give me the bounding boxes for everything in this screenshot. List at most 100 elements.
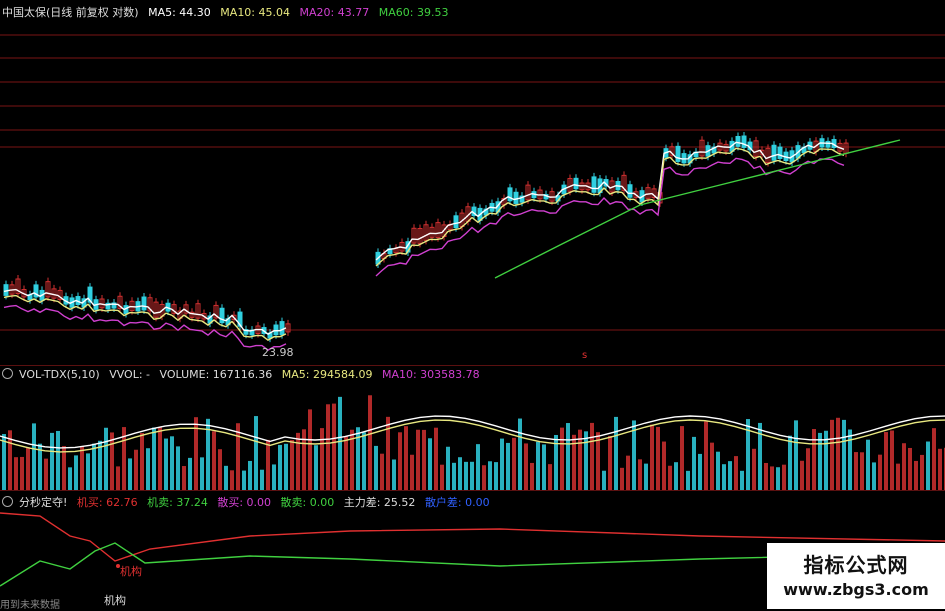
volume-bar [722,464,726,491]
volume-bar [692,436,696,491]
ma10-value: MA10: 45.04 [220,6,291,19]
volume-bar [674,462,678,491]
volume-bar [218,449,222,491]
candle-body [591,176,597,193]
volume-bar [50,432,54,491]
volume-bar [548,464,552,491]
volume-bar [890,430,894,491]
volume-bar [464,461,468,491]
volume-bar [710,442,714,491]
volume-bar [242,470,246,491]
volume-bar [212,431,216,491]
volume-bar [782,464,786,491]
volume-bar [590,422,594,491]
volume-bar [74,455,78,491]
volume-bar [716,451,720,491]
volume-bar [908,447,912,491]
volume-bar [164,438,168,491]
volume-bar [458,457,462,491]
vol-ma5-value: MA5: 294584.09 [281,368,373,381]
volume-bar [260,469,264,491]
volume-bar [158,427,162,491]
vvol-value: VVOL: - [109,368,151,381]
volume-bar [278,444,282,491]
volume-bar [818,432,822,491]
volume-bar [188,457,192,491]
volume-bar [776,467,780,491]
candle-body [573,177,579,190]
volume-bar [662,441,666,491]
volume-bar [800,460,804,491]
volume-bar [98,440,102,491]
volume-bar [602,470,606,491]
volume-bar [80,446,84,491]
candle-body [825,140,831,148]
volume-bar [428,438,432,491]
volume-bar [842,419,846,491]
volume-bar [338,396,342,491]
volume-bar [110,432,114,491]
volume-bar [902,443,906,491]
volume-bar [740,470,744,491]
volume-bar [896,463,900,491]
volume-bar [290,439,294,491]
vol-ma10-value: MA10: 303583.78 [381,368,480,381]
volume-panel[interactable]: VOL-TDX(5,10) VVOL: - VOLUME: 167116.36 … [0,365,945,491]
volume-bar [830,419,834,491]
volume-bar [146,448,150,491]
volume-bar [128,458,132,491]
volume-bar [854,452,858,491]
ma10-line [375,147,845,267]
volume-bar [332,403,336,491]
volume-bar [266,439,270,491]
volume-bar [500,438,504,491]
volume-bar [506,442,510,491]
volume-bar [812,429,816,491]
stock-title: 中国太保(日线 前复权 对数) [2,6,139,19]
candle-body [735,135,741,147]
volume-bar [392,459,396,491]
price-panel[interactable]: 中国太保(日线 前复权 对数) MA5: 44.30 MA10: 45.04 M… [0,0,945,365]
ma20-line [375,157,845,277]
volume-bar [794,420,798,491]
volume-bar [182,466,186,491]
circle-icon[interactable] [2,368,13,379]
volume-bar [704,421,708,491]
sanmai-value: 散买: 0.00 [217,496,272,509]
candle-body [513,191,519,204]
volume-bar [494,462,498,491]
volume-bar [296,432,300,491]
volume-bar [470,461,474,491]
volume-bar [224,465,228,491]
ma5-value: MA5: 44.30 [148,6,211,19]
volume-bar [20,456,24,491]
volume-bar [770,466,774,491]
jimai2-value: 机卖: 37.24 [147,496,208,509]
price-header: 中国太保(日线 前复权 对数) MA5: 44.30 MA10: 45.04 M… [2,4,454,20]
volume-bar [512,437,516,491]
volume-bar [614,416,618,491]
volume-bar [56,430,60,491]
volume-bar [728,461,732,491]
volume-bar [476,444,480,491]
volume-bar [452,462,456,491]
volume-bar [254,416,258,491]
volume-bar [620,467,624,491]
volume-bar [860,452,864,491]
volume-bar [914,460,918,491]
volume-bar [134,449,138,491]
jimai-value: 机买: 62.76 [76,496,138,509]
volume-bar [362,432,366,491]
volume-bar [62,446,66,491]
volume-bar [14,457,18,491]
volume-bar [806,448,810,491]
volume-bar [320,428,324,491]
volume-bar [374,445,378,491]
volume-bar [560,427,564,491]
circle-icon[interactable] [2,496,13,507]
volume-bar [752,448,756,491]
volume-bar [422,429,426,491]
volume-bar [236,423,240,491]
volume-bar [764,462,768,491]
volume-bar [638,459,642,491]
